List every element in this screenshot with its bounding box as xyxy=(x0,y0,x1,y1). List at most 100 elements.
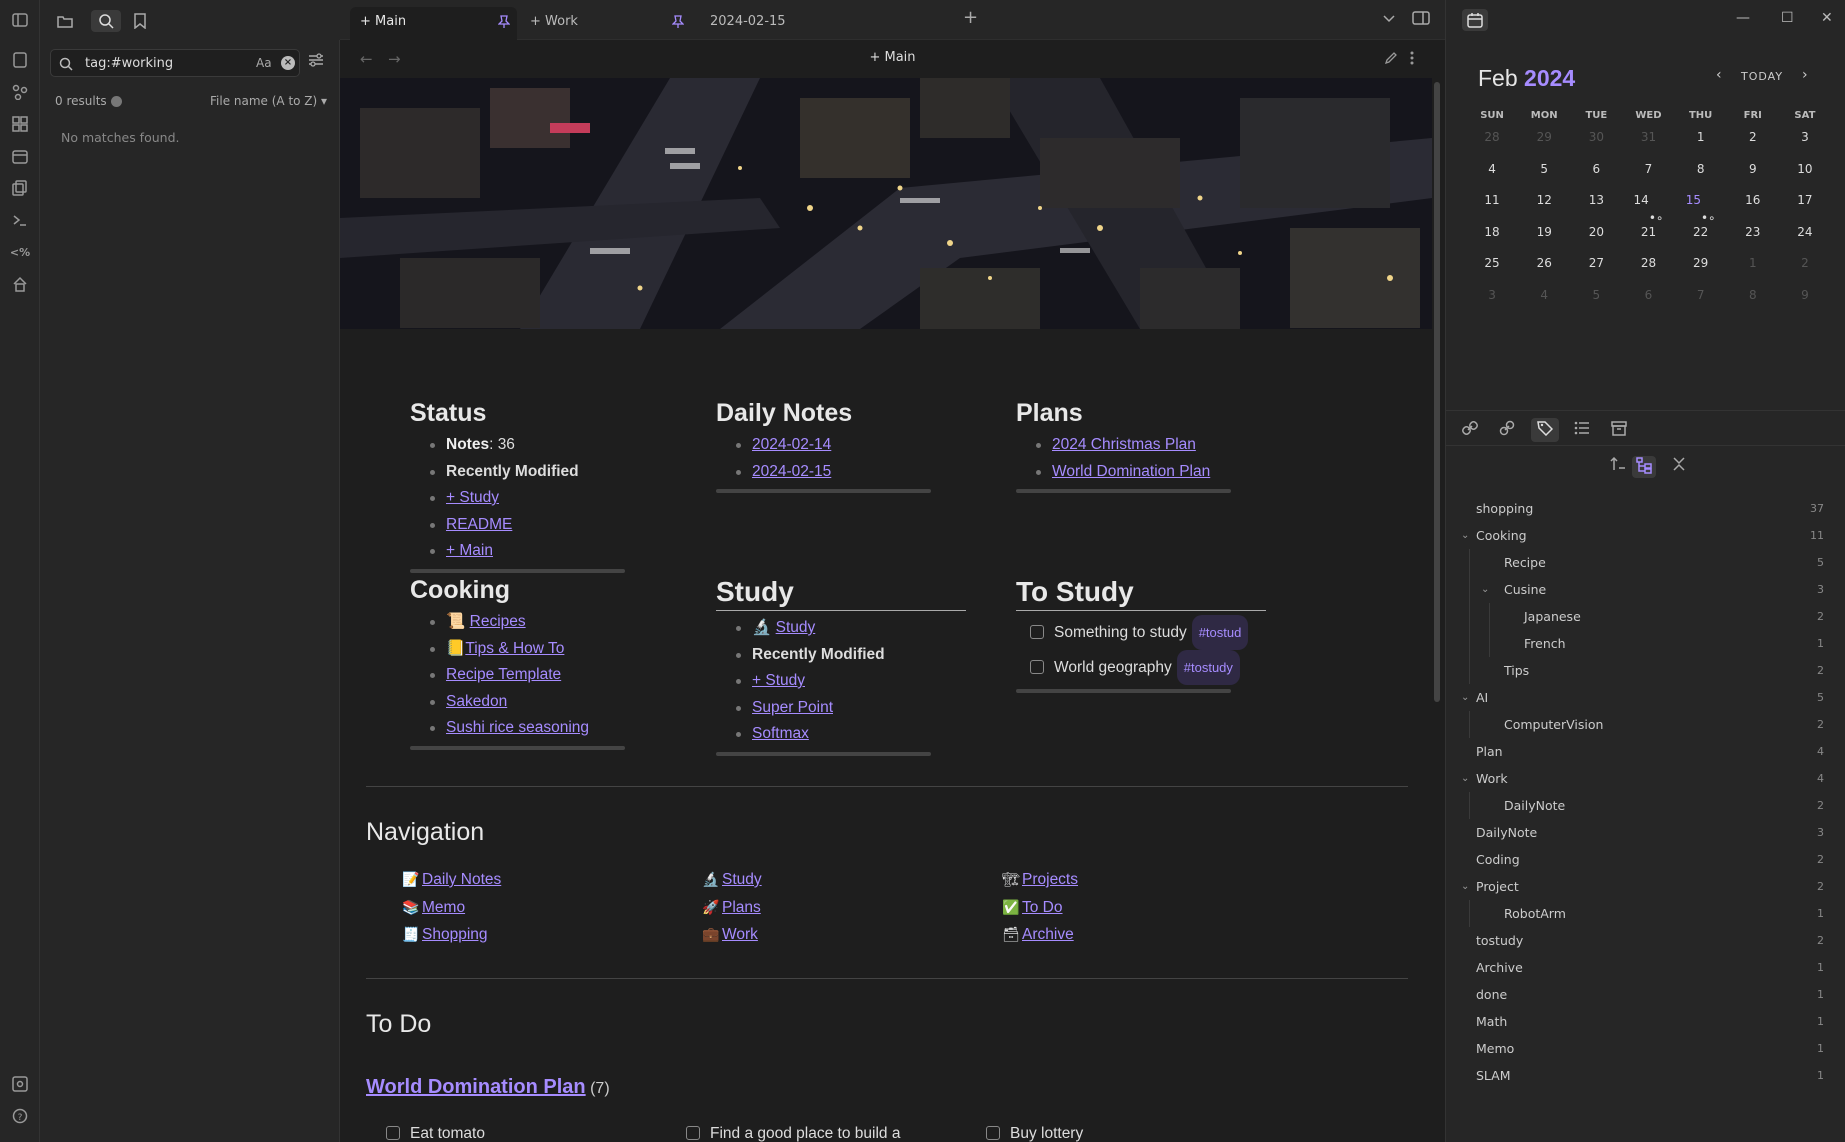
task-checkbox[interactable] xyxy=(686,1126,700,1140)
scroll-indicator[interactable] xyxy=(716,751,931,756)
link-readme[interactable]: README xyxy=(446,516,512,533)
scroll-indicator[interactable] xyxy=(1016,689,1231,693)
graph-view-icon[interactable] xyxy=(10,82,30,102)
collapse-all-icon[interactable] xyxy=(1672,456,1686,476)
calendar-day[interactable]: 17 xyxy=(1779,189,1831,221)
calendar-day[interactable]: 9 xyxy=(1779,284,1831,316)
new-tab-icon[interactable]: + xyxy=(963,7,978,28)
calendar-day[interactable]: 12 xyxy=(1518,189,1570,221)
pin-icon[interactable] xyxy=(497,15,511,33)
maximize-window-icon[interactable]: ☐ xyxy=(1781,10,1794,26)
link-plan[interactable]: 2024 Christmas Plan xyxy=(1052,436,1196,453)
task-checkbox[interactable] xyxy=(1030,625,1044,639)
chevron-down-icon[interactable]: ⌄ xyxy=(1461,765,1469,792)
templater-icon[interactable]: <% xyxy=(10,242,30,262)
more-options-icon[interactable] xyxy=(1410,50,1414,69)
tab-daily-note[interactable]: 2024-02-15 xyxy=(690,7,860,40)
search-settings-icon[interactable] xyxy=(308,52,324,71)
sidebar-toggle-icon[interactable] xyxy=(10,10,30,30)
tab-list-chevron-icon[interactable] xyxy=(1382,10,1396,29)
chevron-down-icon[interactable]: ⌄ xyxy=(1481,576,1489,603)
calendar-day[interactable]: 6 xyxy=(1622,284,1674,316)
calendar-day[interactable]: 1 xyxy=(1675,126,1727,158)
scroll-indicator[interactable] xyxy=(410,568,625,573)
calendar-day[interactable]: 10 xyxy=(1779,158,1831,190)
daily-note-icon[interactable] xyxy=(10,146,30,166)
link-study[interactable]: + Study xyxy=(446,489,499,506)
link-sakedon[interactable]: Sakedon xyxy=(446,693,507,710)
sort-select[interactable]: File name (A to Z) ▾ xyxy=(210,94,327,108)
calendar-day[interactable]: 28 xyxy=(1622,252,1674,284)
tag-tree-item[interactable]: tostudy 2 xyxy=(1446,927,1845,954)
calendar-tab-icon[interactable] xyxy=(1462,9,1488,31)
calendar-day[interactable]: 26 xyxy=(1518,252,1570,284)
calendar-day[interactable]: 19 xyxy=(1518,221,1570,253)
calendar-day[interactable]: 2 xyxy=(1727,126,1779,158)
task-checkbox[interactable] xyxy=(986,1126,1000,1140)
calendar-day[interactable]: 22 xyxy=(1675,221,1727,253)
calendar-day[interactable]: 31 xyxy=(1622,126,1674,158)
tag-tree-item[interactable]: Japanese 2 xyxy=(1446,603,1845,630)
calendar-day[interactable]: 25 xyxy=(1466,252,1518,284)
tag-tree-item[interactable]: Plan 4 xyxy=(1446,738,1845,765)
calendar-day[interactable]: 30 xyxy=(1570,126,1622,158)
link-memo[interactable]: Memo xyxy=(422,899,465,916)
command-palette-icon[interactable] xyxy=(10,210,30,230)
calendar-day[interactable]: 1 xyxy=(1727,252,1779,284)
calendar-day[interactable]: 24 xyxy=(1779,221,1831,253)
calendar-day[interactable]: 23 xyxy=(1727,221,1779,253)
tag-tree-item[interactable]: shopping 37 xyxy=(1446,495,1845,522)
tag-tree-item[interactable]: DailyNote 2 xyxy=(1446,792,1845,819)
calendar-day[interactable]: 21 xyxy=(1622,221,1674,253)
link-plan[interactable]: World Domination Plan xyxy=(1052,463,1210,480)
tag-tree-item[interactable]: Recipe 5 xyxy=(1446,549,1845,576)
note-title[interactable]: + Main xyxy=(340,50,1445,65)
link-softmax[interactable]: Softmax xyxy=(752,725,809,742)
link-daily-notes[interactable]: Daily Notes xyxy=(422,871,501,888)
scroll-indicator[interactable] xyxy=(1016,489,1231,493)
link-world-domination-plan[interactable]: World Domination Plan xyxy=(366,1076,586,1098)
calendar-day[interactable]: 5 xyxy=(1570,284,1622,316)
help-icon[interactable]: ? xyxy=(10,1106,30,1126)
home-icon[interactable] xyxy=(10,274,30,294)
tag-tree-item[interactable]: ⌄ Cusine 3 xyxy=(1446,576,1845,603)
tag-tree-item[interactable]: RobotArm 1 xyxy=(1446,900,1845,927)
vault-switcher-icon[interactable] xyxy=(10,1074,30,1094)
calendar-day[interactable]: 3 xyxy=(1466,284,1518,316)
calendar-day[interactable]: 7 xyxy=(1675,284,1727,316)
link-todo[interactable]: To Do xyxy=(1022,899,1063,916)
calendar-day[interactable]: 27 xyxy=(1570,252,1622,284)
right-sidebar-toggle-icon[interactable] xyxy=(1412,10,1430,29)
search-input[interactable] xyxy=(85,54,235,72)
calendar-day[interactable]: 15•∘ xyxy=(1675,189,1727,225)
tag-tree-item[interactable]: Math 1 xyxy=(1446,1008,1845,1035)
calendar-day[interactable]: 29 xyxy=(1675,252,1727,284)
new-note-icon[interactable] xyxy=(10,50,30,70)
previous-month-icon[interactable]: ‹ xyxy=(1716,67,1723,83)
scroll-indicator[interactable] xyxy=(716,489,931,493)
match-case-toggle[interactable]: Aa xyxy=(256,56,272,70)
task-checkbox[interactable] xyxy=(386,1126,400,1140)
search-tab-icon[interactable] xyxy=(91,10,121,32)
link-study[interactable]: Study xyxy=(722,871,762,888)
calendar-day[interactable]: 11 xyxy=(1466,189,1518,221)
info-icon[interactable] xyxy=(110,96,122,107)
tags-icon[interactable] xyxy=(1531,418,1559,442)
link-plans[interactable]: Plans xyxy=(722,899,761,916)
pin-icon[interactable] xyxy=(671,15,685,33)
folder-icon[interactable] xyxy=(54,10,76,32)
tag-tree-item[interactable]: Archive 1 xyxy=(1446,954,1845,981)
tag-tree-item[interactable]: Memo 1 xyxy=(1446,1035,1845,1062)
tag-tree-item[interactable]: ComputerVision 2 xyxy=(1446,711,1845,738)
tag-tree-item[interactable]: ⌄ Work 4 xyxy=(1446,765,1845,792)
calendar-day[interactable]: 29 xyxy=(1518,126,1570,158)
calendar-day[interactable]: 3 xyxy=(1779,126,1831,158)
link-work[interactable]: Work xyxy=(722,926,758,943)
link-recipes[interactable]: Recipes xyxy=(470,613,526,630)
tag-tree-item[interactable]: French 1 xyxy=(1446,630,1845,657)
tag-tree-item[interactable]: ⌄ AI 5 xyxy=(1446,684,1845,711)
tab-main[interactable]: + Main xyxy=(350,7,517,40)
link-study[interactable]: Study xyxy=(776,619,816,636)
link-recipe-template[interactable]: Recipe Template xyxy=(446,666,561,683)
scroll-indicator[interactable] xyxy=(410,745,625,750)
